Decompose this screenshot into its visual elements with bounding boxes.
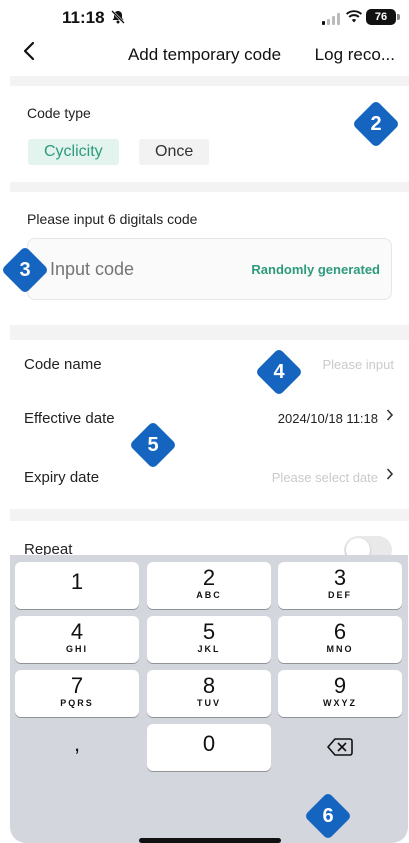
chevron-right-icon (386, 467, 394, 486)
key-5[interactable]: 5 JKL (147, 616, 271, 663)
code-input-label: Please input 6 digitals code (27, 211, 198, 227)
bell-slash-icon (110, 9, 126, 28)
key-4[interactable]: 4 GHI (15, 616, 139, 663)
numeric-keypad: 1 2 ABC 3 DEF 4 GHI 5 JKL 6 MNO 7 PQRS 8 TUV 9W… (10, 555, 408, 843)
effective-date-label: Effective date (24, 410, 115, 427)
key-6[interactable]: 6 MNO (278, 616, 402, 663)
nav-bar: Add temporary code Log reco... (0, 36, 409, 74)
home-indicator (139, 838, 281, 843)
log-records-link[interactable]: Log reco... (315, 45, 395, 65)
chip-cyclicity[interactable]: Cyclicity (28, 139, 119, 165)
backspace-icon[interactable] (278, 724, 402, 771)
key-9[interactable]: 9 WXYZ (278, 670, 402, 717)
key-7[interactable]: 7 PQRS (15, 670, 139, 717)
key-0[interactable]: 0 (147, 724, 271, 771)
effective-date-value: 2024/10/18 11:18 (277, 411, 378, 426)
step-badge-4: 4 (254, 347, 304, 397)
step-badge-3: 3 (0, 245, 50, 295)
effective-date-row[interactable]: Effective date 2024/10/18 11:18 (24, 402, 394, 438)
key-comma[interactable]: , (15, 724, 139, 771)
key-3[interactable]: 3 DEF (278, 562, 402, 609)
chevron-right-icon (386, 408, 394, 427)
expiry-date-label: Expiry date (24, 469, 100, 486)
step-badge-6: 6 (303, 791, 353, 841)
signal-icon (322, 12, 340, 25)
step-badge-2: 2 (351, 99, 401, 149)
section-divider (10, 509, 409, 521)
section-divider (10, 325, 409, 340)
code-input-box: Randomly generated (27, 238, 392, 300)
expiry-date-value: Please select date (271, 470, 378, 485)
screen: 11:18 76 Add temporary code Log reco... … (0, 0, 409, 843)
key-2[interactable]: 2 ABC (147, 562, 271, 609)
chip-once[interactable]: Once (139, 139, 210, 165)
code-input[interactable] (50, 259, 220, 280)
code-name-row[interactable]: Code name Please input (24, 348, 394, 384)
key-8[interactable]: 8 TUV (147, 670, 271, 717)
section-divider (10, 76, 409, 86)
section-divider (10, 182, 409, 192)
code-name-label: Code name (24, 356, 102, 373)
status-time: 11:18 (62, 8, 105, 27)
code-name-input[interactable]: Please input (322, 357, 394, 372)
key-1[interactable]: 1 (15, 562, 139, 609)
battery-icon: 76 (366, 9, 400, 25)
expiry-date-row[interactable]: Expiry date Please select date (24, 461, 394, 497)
code-type-label: Code type (27, 105, 91, 121)
randomly-generated-button[interactable]: Randomly generated (251, 262, 380, 277)
status-bar: 11:18 76 (0, 0, 409, 36)
wifi-icon (346, 10, 362, 26)
